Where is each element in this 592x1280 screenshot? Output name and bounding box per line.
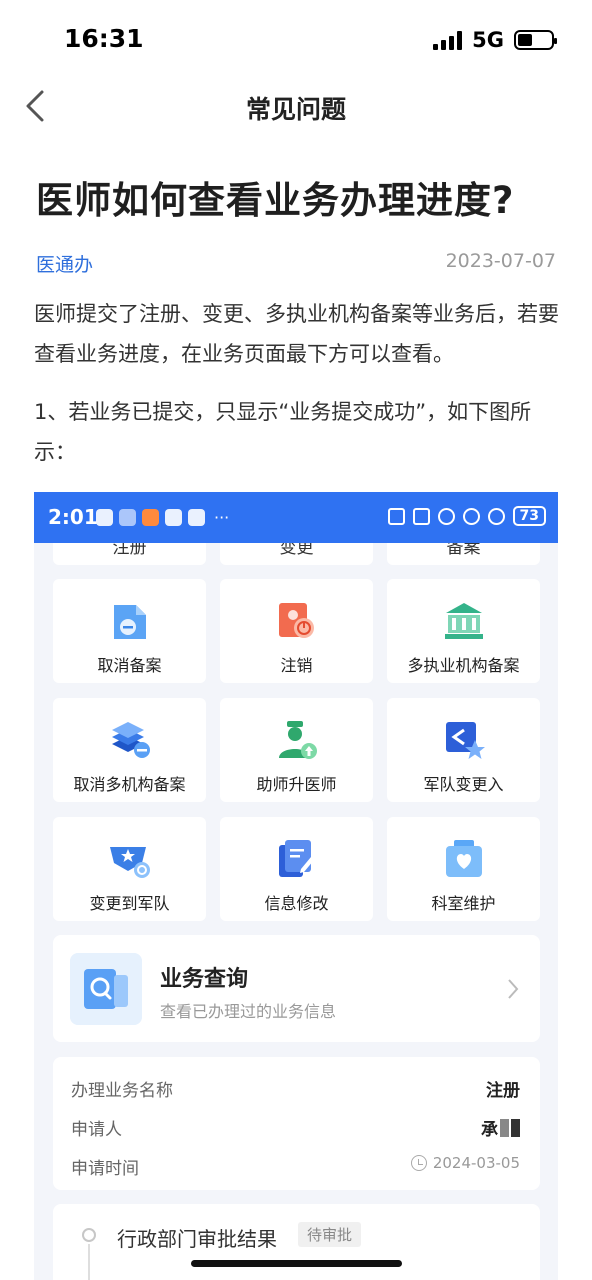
search-icon <box>70 953 142 1025</box>
timeline-dot <box>82 1228 96 1242</box>
cut-off-row: 注册 变更 备案 <box>53 543 540 565</box>
query-title: 业务查询 <box>160 967 249 992</box>
nav-bar: 常见问题 <box>0 78 592 134</box>
article-paragraph-2: 1、若业务已提交，只显示“业务提交成功”，如下图所示： <box>34 400 532 464</box>
service-military-in[interactable]: 军队变更入 <box>387 698 540 802</box>
status-time: 16:31 <box>64 24 144 53</box>
approval-title: 行政部门审批结果 <box>117 1227 277 1251</box>
query-subtitle: 查看已办理过的业务信息 <box>160 1002 337 1021</box>
business-info-card: 办理业务名称 注册 申请人 承 申请时间 2024-03-05 <box>53 1057 540 1190</box>
service-label: 取消备案 <box>97 656 162 675</box>
wifi-icon <box>487 507 505 525</box>
service-label: 取消多机构备案 <box>73 775 186 794</box>
status-badge: 待审批 <box>298 1222 362 1247</box>
mute-icon <box>462 507 480 525</box>
cut-card-label: 注册 <box>112 543 147 558</box>
battery-icon <box>514 30 557 50</box>
apply-time-value: 2024-03-05 <box>432 1154 520 1172</box>
page-title: 常见问题 <box>245 95 346 124</box>
apply-time-label: 申请时间 <box>71 1159 139 1179</box>
timeline-line <box>88 1244 90 1280</box>
apply-time: 2024-03-05 <box>410 1154 520 1172</box>
embedded-battery: 73 <box>512 506 546 526</box>
embedded-status-indicators: 73 <box>387 506 546 526</box>
service-cancel-filing[interactable]: 取消备案 <box>53 579 206 683</box>
article-title: 医师如何查看业务办理进度? <box>36 179 515 222</box>
applicant-label: 申请人 <box>71 1120 122 1140</box>
nfc-icon <box>412 507 430 525</box>
approval-card: 行政部门审批结果 待审批 <box>53 1204 540 1280</box>
service-label: 助师升医师 <box>256 775 337 794</box>
embedded-status-time: 2:01 <box>48 505 98 529</box>
signal-icon <box>433 30 463 50</box>
cut-card[interactable]: 注册 <box>53 543 206 565</box>
chevron-right-icon <box>508 979 519 999</box>
applicant-name: 承 <box>481 1120 498 1140</box>
article-date: 2023-07-07 <box>445 250 556 272</box>
service-label: 科室维护 <box>431 894 496 913</box>
bluetooth-icon <box>437 507 455 525</box>
service-deregister[interactable]: 注销 <box>220 579 373 683</box>
embedded-screenshot: 2:01 ··· 73 注册 变更 备案 取消备案 注销 多执业机构备案 取消多… <box>34 492 558 1280</box>
embedded-notification-icons: ··· <box>96 508 229 527</box>
military-in-icon <box>446 722 485 759</box>
cut-card[interactable]: 备案 <box>387 543 540 565</box>
institution-icon <box>445 603 483 639</box>
article-source[interactable]: 医通办 <box>36 250 93 277</box>
service-to-military[interactable]: 变更到军队 <box>53 817 206 921</box>
status-bar: 16:31 5G <box>0 0 592 78</box>
service-cancel-multi-filing[interactable]: 取消多机构备案 <box>53 698 206 802</box>
service-label: 注销 <box>280 656 313 675</box>
cancel-filing-icon <box>114 605 146 639</box>
service-edit-info[interactable]: 信息修改 <box>220 817 373 921</box>
info-row-time: 申请时间 2024-03-05 <box>71 1154 520 1179</box>
service-promote-doctor[interactable]: 助师升医师 <box>220 698 373 802</box>
service-label: 军队变更入 <box>423 775 504 794</box>
cut-card[interactable]: 变更 <box>220 543 373 565</box>
to-military-icon <box>110 847 150 878</box>
service-multi-institution[interactable]: 多执业机构备案 <box>387 579 540 683</box>
business-name-value: 注册 <box>486 1081 520 1101</box>
redaction-block <box>500 1118 509 1137</box>
business-name-label: 办理业务名称 <box>71 1081 173 1101</box>
department-icon <box>446 840 482 877</box>
cut-card-label: 备案 <box>446 543 481 558</box>
key-icon <box>387 507 405 525</box>
clock-icon <box>410 1155 427 1171</box>
redaction-block <box>511 1118 520 1137</box>
network-label: 5G <box>472 28 504 52</box>
app-notification-icon <box>96 509 113 526</box>
article-paragraph-1: 医师提交了注册、变更、多执业机构备案等业务后，若要查看业务进度，在业务页面最下方… <box>34 302 559 366</box>
app-notification-icon <box>188 509 205 526</box>
app-notification-icon <box>119 509 136 526</box>
cancel-multi-filing-icon <box>112 722 150 758</box>
edit-info-icon <box>279 840 314 877</box>
business-query-card[interactable]: 业务查询 查看已办理过的业务信息 <box>53 935 540 1042</box>
more-dots: ··· <box>214 508 230 527</box>
app-notification-icon <box>165 509 182 526</box>
app-notification-icon <box>142 509 159 526</box>
service-department[interactable]: 科室维护 <box>387 817 540 921</box>
deregister-icon <box>279 603 314 638</box>
service-label: 多执业机构备案 <box>407 656 520 675</box>
info-row-business-name: 办理业务名称 注册 <box>71 1076 520 1101</box>
promote-doctor-icon <box>279 721 317 759</box>
service-label: 变更到军队 <box>89 894 170 913</box>
home-indicator[interactable] <box>191 1260 402 1267</box>
status-indicators: 5G <box>433 28 557 52</box>
applicant-value: 承 <box>481 1115 520 1140</box>
info-row-applicant: 申请人 承 <box>71 1115 520 1140</box>
cut-card-label: 变更 <box>279 543 314 558</box>
service-label: 信息修改 <box>264 894 329 913</box>
embedded-status-bar: 2:01 ··· 73 <box>34 492 558 543</box>
